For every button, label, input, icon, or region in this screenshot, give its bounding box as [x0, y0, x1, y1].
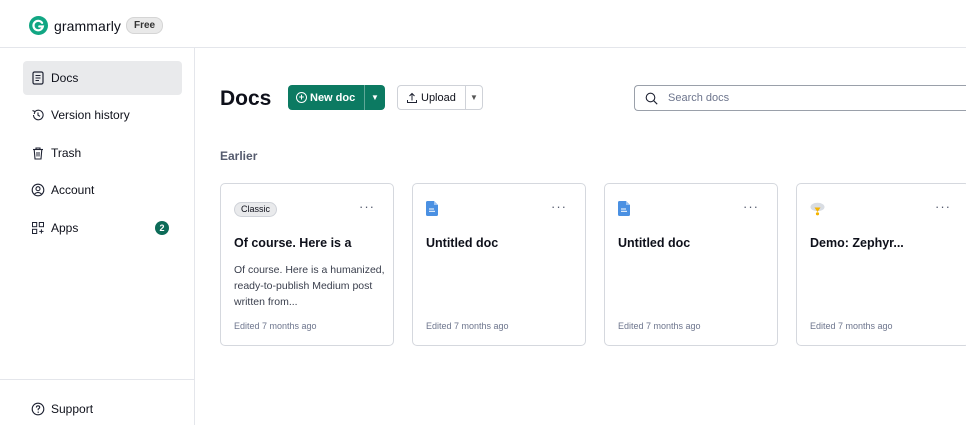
- more-options-icon[interactable]: ···: [359, 199, 375, 214]
- plan-badge: Free: [126, 17, 164, 34]
- upload-icon: [407, 92, 417, 103]
- doc-card[interactable]: ··· Untitled doc Edited 7 months ago: [604, 183, 778, 346]
- doc-title: Untitled doc: [426, 236, 499, 250]
- new-doc-main[interactable]: + New doc: [288, 85, 364, 110]
- doc-edited-time: Edited 7 months ago: [426, 321, 509, 331]
- sidebar-item-label: Version history: [51, 108, 130, 122]
- sidebar-divider: [0, 379, 195, 380]
- new-doc-button[interactable]: + New doc ▼: [288, 85, 385, 110]
- doc-card[interactable]: Classic ··· Of course. Here is a Of cour…: [220, 183, 394, 346]
- doc-card[interactable]: ··· Demo: Zephyr... Edited 7 months ago: [796, 183, 966, 346]
- page-title: Docs: [220, 87, 272, 110]
- more-options-icon[interactable]: ···: [935, 199, 951, 214]
- brand-name: grammarly: [54, 18, 122, 34]
- plus-circle-icon: +: [296, 92, 307, 103]
- doc-card[interactable]: ··· Untitled doc Edited 7 months ago: [412, 183, 586, 346]
- doc-edited-time: Edited 7 months ago: [810, 321, 893, 331]
- classic-tag: Classic: [234, 202, 278, 217]
- sidebar-item-apps[interactable]: Apps 2: [23, 211, 182, 245]
- doc-title: Of course. Here is a: [234, 236, 352, 250]
- sidebar-item-support[interactable]: Support: [23, 392, 182, 425]
- doc-title: Demo: Zephyr...: [810, 236, 904, 250]
- sidebar-item-account[interactable]: Account: [23, 173, 182, 207]
- upload-label: Upload: [421, 91, 456, 104]
- sidebar-item-docs[interactable]: Docs: [23, 61, 182, 95]
- upload-dropdown-chevron-icon[interactable]: ▼: [466, 93, 482, 102]
- trash-icon: [31, 146, 45, 160]
- sidebar-item-label: Apps: [51, 221, 79, 235]
- document-icon: [618, 201, 630, 216]
- help-icon: [31, 402, 45, 416]
- doc-title: Untitled doc: [618, 236, 691, 250]
- section-title: Earlier: [220, 149, 258, 163]
- apps-count-badge: 2: [155, 221, 169, 235]
- sidebar-item-label: Support: [51, 402, 94, 416]
- upload-button[interactable]: Upload ▼: [397, 85, 483, 110]
- upload-main[interactable]: Upload: [398, 86, 465, 109]
- doc-snippet: Of course. Here is a humanized, ready-to…: [234, 264, 385, 308]
- new-doc-dropdown-chevron-icon[interactable]: ▼: [365, 93, 385, 102]
- sidebar-item-version-history[interactable]: Version history: [23, 98, 182, 132]
- new-doc-label: New doc: [310, 91, 356, 104]
- more-options-icon[interactable]: ···: [743, 199, 759, 214]
- history-icon: [31, 108, 45, 122]
- doc-edited-time: Edited 7 months ago: [234, 321, 317, 331]
- top-bar: grammarly Free: [0, 0, 966, 48]
- apps-icon: [31, 221, 45, 235]
- demo-icon: [810, 202, 825, 216]
- search-icon: [645, 92, 658, 105]
- search-box[interactable]: [634, 85, 966, 111]
- sidebar-item-label: Trash: [51, 146, 82, 160]
- sidebar-item-label: Account: [51, 183, 95, 197]
- search-input[interactable]: [668, 92, 908, 104]
- sidebar: Docs Version history Trash Account Apps …: [0, 48, 195, 425]
- document-icon: [426, 201, 438, 216]
- account-icon: [31, 183, 45, 197]
- more-options-icon[interactable]: ···: [551, 199, 567, 214]
- grammarly-logo-icon[interactable]: [29, 16, 48, 35]
- doc-edited-time: Edited 7 months ago: [618, 321, 701, 331]
- docs-icon: [31, 71, 45, 85]
- sidebar-item-label: Docs: [51, 71, 79, 85]
- sidebar-item-trash[interactable]: Trash: [23, 136, 182, 170]
